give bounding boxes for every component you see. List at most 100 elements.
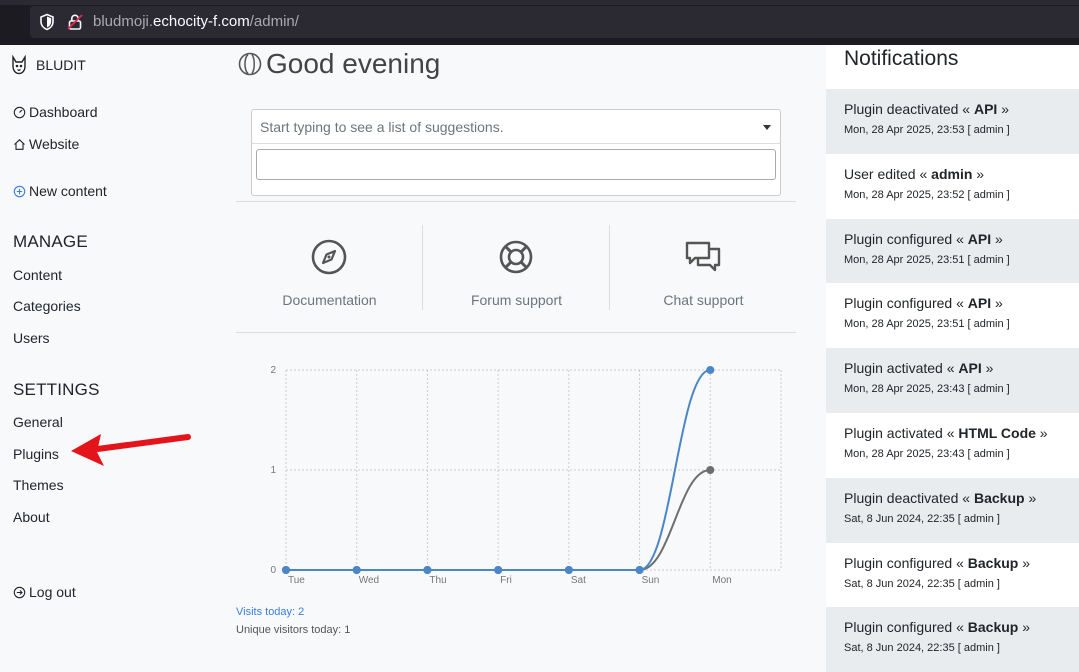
chart-xtick-label: Thu — [429, 575, 446, 586]
notification-suffix: » — [1035, 424, 1048, 441]
chart-point — [352, 566, 361, 574]
chart-ytick-label: 2 — [270, 365, 276, 376]
plus-circle-icon — [13, 185, 26, 197]
greeting: Good evening — [238, 48, 440, 80]
tab-strip-edge — [0, 0, 1079, 5]
manage-heading: MANAGE — [13, 232, 88, 251]
documentation-link[interactable]: Documentation — [236, 225, 423, 310]
notification-meta: Mon, 28 Apr 2025, 23:51 [ admin ] — [844, 318, 1010, 331]
notification-message: Plugin configured « API » — [844, 231, 1079, 247]
forum-support-link[interactable]: Forum support — [423, 225, 610, 310]
notification-suffix: » — [997, 101, 1010, 117]
address-bar[interactable]: bludmoji.echocity-f.com/admin/ — [30, 6, 1079, 38]
notification-item: Plugin deactivated « Backup » Sat, 8 Jun … — [826, 477, 1079, 543]
chart-point — [494, 566, 503, 574]
notification-action: User edited « — [844, 165, 932, 182]
url-text[interactable]: bludmoji.echocity-f.com/admin/ — [93, 13, 299, 30]
chart-xtick-label: Mon — [712, 575, 731, 586]
dashboard-icon — [13, 106, 26, 118]
notification-subject: API — [967, 230, 992, 247]
chevron-down-icon[interactable] — [763, 125, 771, 130]
notification-suffix: » — [1024, 489, 1037, 506]
chart-ytick-label: 1 — [270, 465, 276, 476]
sidebar-item-label: Dashboard — [29, 104, 98, 120]
sidebar-item-logout[interactable]: Log out — [13, 584, 76, 600]
notification-message: Plugin deactivated « Backup » — [844, 490, 1079, 506]
forum-support-label: Forum support — [470, 292, 563, 308]
chart-point — [706, 366, 715, 374]
brand[interactable]: BLUDIT — [10, 55, 86, 75]
life-ring-icon — [499, 240, 533, 274]
sidebar-item-users[interactable]: Users — [13, 330, 50, 346]
notification-subject: Backup — [967, 554, 1019, 571]
shield-icon[interactable] — [38, 13, 56, 31]
browser-toolbar: bludmoji.echocity-f.com/admin/ — [0, 0, 1079, 45]
notification-meta: Mon, 28 Apr 2025, 23:43 [ admin ] — [844, 447, 1010, 460]
notification-suffix: » — [1018, 554, 1031, 571]
chat-support-label: Chat support — [663, 292, 744, 308]
visits-today: Visits today: 2 — [236, 606, 305, 618]
compass-icon — [311, 239, 347, 275]
sidebar-item-plugins[interactable]: Plugins — [13, 446, 59, 462]
visits-chart: 0 1 2 Tue Wed Thu Fri Sat Sun Mon — [270, 365, 782, 586]
notification-meta: Sat, 8 Jun 2024, 22:35 [ admin ] — [844, 577, 1000, 590]
sidebar-item-general[interactable]: General — [13, 414, 63, 430]
notification-suffix: » — [1018, 619, 1031, 636]
notification-subject: Backup — [967, 619, 1019, 636]
home-icon — [14, 138, 25, 150]
notification-subject: Backup — [973, 489, 1025, 506]
sidebar-item-dashboard[interactable]: Dashboard — [13, 104, 98, 120]
notification-message: Plugin deactivated « API » — [844, 101, 1079, 117]
search-select[interactable]: Start typing to see a list of suggestion… — [252, 110, 780, 144]
notification-item: Plugin deactivated « API » Mon, 28 Apr 20… — [826, 89, 1079, 154]
notification-action: Plugin deactivated « — [844, 489, 974, 506]
notification-message: User edited « admin » — [844, 166, 1079, 182]
insecure-lock-icon[interactable] — [66, 13, 84, 31]
notification-meta: Sat, 8 Jun 2024, 22:35 [ admin ] — [844, 642, 1000, 655]
chart-point — [706, 466, 715, 474]
moon-globe-icon — [238, 52, 262, 76]
notification-message: Plugin configured « Backup » — [844, 619, 1079, 635]
sidebar-item-content[interactable]: Content — [13, 267, 62, 283]
notifications-list: Plugin deactivated « API » Mon, 28 Apr 20… — [826, 89, 1079, 672]
sidebar-item-label: Website — [29, 136, 80, 152]
sidebar-item-label: Log out — [29, 584, 76, 600]
chart-xtick-label: Sat — [571, 575, 586, 586]
sidebar-item-new-content[interactable]: New content — [13, 183, 107, 199]
notifications-panel: Notifications Plugin deactivated « API »… — [826, 45, 1079, 672]
notification-item: User edited « admin » Mon, 28 Apr 2025, 2… — [826, 154, 1079, 219]
sidebar-item-themes[interactable]: Themes — [13, 477, 64, 493]
notification-message: Plugin activated « HTML Code » — [844, 425, 1079, 441]
notification-subject: HTML Code — [958, 424, 1036, 441]
divider — [236, 201, 796, 202]
chat-support-link[interactable]: Chat support — [610, 225, 797, 310]
sidebar-item-label: New content — [29, 183, 107, 199]
sidebar-item-about[interactable]: About — [13, 509, 50, 525]
notification-meta: Mon, 28 Apr 2025, 23:52 [ admin ] — [844, 188, 1010, 201]
notification-meta: Mon, 28 Apr 2025, 23:51 [ admin ] — [844, 253, 1010, 266]
notification-message: Plugin configured « Backup » — [844, 555, 1079, 571]
documentation-label: Documentation — [282, 292, 377, 308]
search-placeholder: Start typing to see a list of suggestion… — [260, 119, 504, 135]
sidebar-item-website[interactable]: Website — [13, 136, 79, 152]
notification-meta: Mon, 28 Apr 2025, 23:53 [ admin ] — [844, 124, 1010, 136]
search-input[interactable] — [256, 149, 776, 180]
brand-name: BLUDIT — [36, 57, 86, 73]
notification-subject: API — [973, 101, 998, 117]
notification-suffix: » — [991, 295, 1003, 312]
notification-item: Plugin configured « Backup » Sat, 8 Jun 2… — [826, 607, 1079, 672]
notification-subject: API — [967, 295, 992, 312]
notifications-title: Notifications — [844, 47, 959, 70]
sidebar-item-categories[interactable]: Categories — [13, 298, 81, 314]
notification-action: Plugin configured « — [844, 554, 968, 571]
chart-point — [423, 566, 432, 574]
greeting-text: Good evening — [266, 48, 441, 79]
chart-point — [564, 566, 573, 574]
notification-suffix: » — [972, 165, 985, 182]
notification-item: Plugin configured « API » Mon, 28 Apr 202… — [826, 283, 1079, 348]
notification-item: Plugin configured « Backup » Sat, 8 Jun 2… — [826, 543, 1079, 608]
chart-xtick-label: Sun — [642, 575, 660, 586]
notification-item: Plugin activated « API » Mon, 28 Apr 2025… — [826, 348, 1079, 413]
notification-message: Plugin configured « API » — [844, 295, 1079, 311]
sidebar: BLUDIT Dashboard Website New content MAN… — [0, 45, 215, 667]
